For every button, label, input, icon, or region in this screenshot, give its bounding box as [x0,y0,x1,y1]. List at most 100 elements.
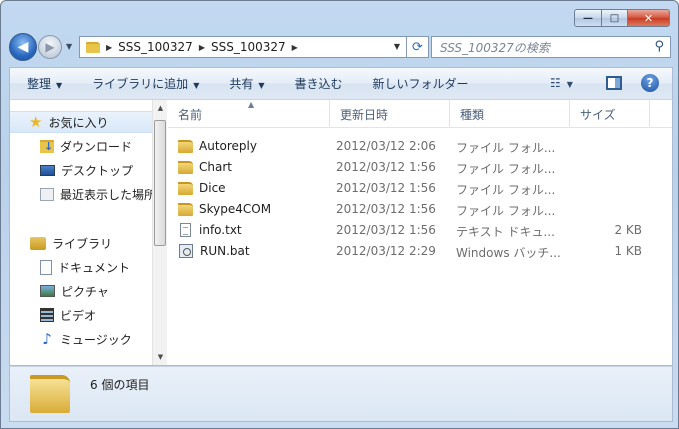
video-icon [40,308,54,322]
file-list: ▲ 名前 更新日時 種類 サイズ Autoreply 2012/03/12 2:… [168,100,672,365]
folder-icon [30,375,70,413]
file-date: 2012/03/12 1:56 [336,160,436,174]
music-note-icon: ♪ [42,330,52,348]
file-date: 2012/03/12 2:29 [336,244,436,258]
preview-pane-icon[interactable] [606,76,622,90]
navigation-scrollbar[interactable]: ▲ ▼ [152,100,167,365]
text-file-icon [180,223,191,237]
include-in-library-menu[interactable]: ライブラリに追加 ▼ [92,75,199,92]
recent-pages-dropdown[interactable]: ▼ [66,42,72,51]
back-arrow-icon: ◀ [17,39,29,55]
file-date: 2012/03/12 1:56 [336,181,436,195]
organize-label: 整理 [27,77,52,91]
folder-icon [178,202,193,216]
back-button[interactable]: ◀ [9,33,37,61]
sidebar-item-downloads[interactable]: ダウンロード [10,135,152,157]
file-type: テキスト ドキュ... [456,225,555,239]
column-header-size[interactable]: サイズ [570,100,650,128]
organize-menu[interactable]: 整理 ▼ [27,75,62,92]
file-name-cell: info.txt [178,223,330,237]
file-row[interactable]: Autoreply 2012/03/12 2:06 ファイル フォル... [168,136,672,157]
sidebar-item-label: ミュージック [60,332,132,347]
picture-icon [40,285,55,297]
address-dropdown-icon[interactable]: ▼ [394,42,400,51]
share-label: 共有 [229,77,254,91]
sidebar-item-music[interactable]: ♪ ミュージック [10,328,152,350]
library-label: ライブラリに追加 [92,77,189,91]
change-view-button[interactable]: ☷ ▼ [550,76,573,90]
maximize-button[interactable]: □ [602,9,628,27]
downloads-folder-icon [40,139,54,153]
sidebar-item-label: ドキュメント [58,260,131,275]
sidebar-item-label: デスクトップ [61,163,134,178]
close-button[interactable]: ✕ [628,9,670,27]
file-row[interactable]: RUN.bat 2012/03/12 2:29 Windows バッチ... 1… [168,241,672,262]
file-name-cell: Skype4COM [178,202,330,216]
file-date: 2012/03/12 1:56 [336,202,436,216]
sidebar-item-videos[interactable]: ビデオ [10,304,152,326]
sidebar-item-desktop[interactable]: デスクトップ [10,159,152,181]
chevron-down-icon: ▼ [56,81,63,90]
breadcrumb-separator-icon[interactable]: ▶ [199,43,205,52]
file-row[interactable]: Dice 2012/03/12 1:56 ファイル フォル... [168,178,672,199]
minimize-button[interactable]: — [574,9,602,27]
caption-buttons: — □ ✕ [574,9,670,27]
file-name-cell: RUN.bat [178,244,330,258]
chevron-down-icon: ▼ [193,81,200,90]
burn-button[interactable]: 書き込む [295,75,343,92]
scroll-up-icon[interactable]: ▲ [153,100,168,116]
file-name: info.txt [199,223,242,237]
column-header-name[interactable]: 名前 [168,100,330,128]
sidebar-item-label: ピクチャ [61,284,109,299]
new-folder-button[interactable]: 新しいフォルダー [373,75,469,92]
forward-arrow-icon: ▶ [45,40,55,54]
file-name: RUN.bat [200,244,250,258]
refresh-icon: ⟳ [412,39,423,55]
recent-places-icon [40,187,54,201]
sidebar-item-recent-places[interactable]: 最近表示した場所 [10,183,152,205]
search-input[interactable]: SSS_100327の検索 ⚲ [431,36,671,58]
library-icon [30,236,46,250]
share-menu[interactable]: 共有 ▼ [229,75,264,92]
column-header-row: ▲ 名前 更新日時 種類 サイズ [168,100,672,128]
item-count: 6 個の項目 [90,378,150,392]
chevron-down-icon: ▼ [566,80,573,89]
file-row[interactable]: info.txt 2012/03/12 1:56 テキスト ドキュ... 2 K… [168,220,672,241]
sidebar-item-libraries[interactable]: ライブラリ [10,232,152,254]
sidebar-item-label: ダウンロード [60,139,133,154]
file-name-cell: Chart [178,160,330,174]
file-name-cell: Dice [178,181,330,195]
file-row[interactable]: Chart 2012/03/12 1:56 ファイル フォル... [168,157,672,178]
scroll-down-icon[interactable]: ▼ [153,349,168,365]
view-icon: ☷ [550,76,561,90]
column-header-date[interactable]: 更新日時 [330,100,450,128]
file-row[interactable]: Skype4COM 2012/03/12 1:56 ファイル フォル... [168,199,672,220]
sidebar-item-label: ライブラリ [52,236,113,251]
file-name: Chart [199,160,232,174]
star-icon: ★ [29,113,43,131]
batch-file-icon [179,244,193,258]
folder-icon [178,160,193,174]
refresh-button[interactable]: ⟳ [407,36,429,58]
explorer-window: — □ ✕ ◀ ▶ ▼ ▶ SSS_100327 ▶ SSS_100327 ▶ … [0,0,679,429]
address-bar[interactable]: ▶ SSS_100327 ▶ SSS_100327 ▶ ▼ [79,36,407,58]
breadcrumb-separator-icon[interactable]: ▶ [106,43,112,52]
sidebar-item-pictures[interactable]: ピクチャ [10,280,152,302]
file-name: Autoreply [199,139,257,153]
breadcrumb-segment[interactable]: SSS_100327 [118,40,193,54]
breadcrumb-segment[interactable]: SSS_100327 [211,40,286,54]
desktop-icon [40,164,55,176]
column-header-type[interactable]: 種類 [450,100,570,128]
navigation-bar: ◀ ▶ ▼ ▶ SSS_100327 ▶ SSS_100327 ▶ ▼ ⟳ SS… [9,33,671,61]
search-placeholder: SSS_100327の検索 [440,40,550,55]
file-size: 2 KB [614,223,642,237]
search-icon[interactable]: ⚲ [654,39,664,54]
folder-icon [178,181,193,195]
sidebar-item-documents[interactable]: ドキュメント [10,256,152,278]
sidebar-item-favorites[interactable]: ★ お気に入り [10,111,152,133]
forward-button[interactable]: ▶ [38,35,62,59]
sidebar-item-label: ビデオ [60,308,97,323]
help-icon[interactable]: ? [641,74,659,92]
breadcrumb-separator-icon[interactable]: ▶ [292,43,298,52]
scrollbar-thumb[interactable] [154,120,166,246]
